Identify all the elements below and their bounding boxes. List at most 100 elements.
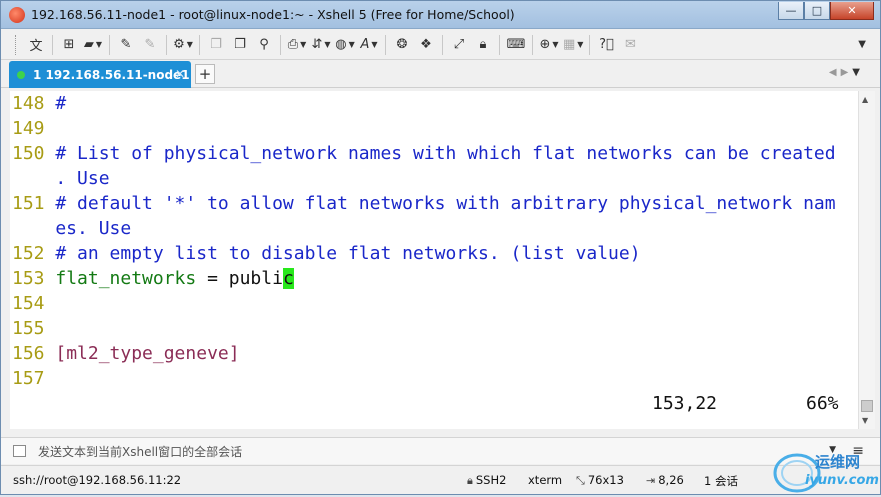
toolbar-overflow-icon[interactable]: ▼ bbox=[858, 39, 866, 50]
connected-status-icon bbox=[17, 70, 25, 79]
connection-url: ssh://root@192.168.56.11:22 bbox=[13, 473, 182, 487]
terminal-line: 151 # default '*' to allow flat networks… bbox=[12, 191, 836, 216]
toolbar-separator bbox=[442, 34, 443, 55]
language-button[interactable]: 文 bbox=[26, 34, 46, 56]
layout-icon[interactable]: ▦ ▼ bbox=[563, 34, 583, 56]
line-number: 148 bbox=[12, 93, 45, 114]
vertical-scrollbar[interactable]: ▲ ▼ bbox=[858, 91, 875, 429]
scroll-thumb[interactable] bbox=[861, 400, 873, 412]
tab-list-icon[interactable]: ▼ bbox=[852, 67, 864, 78]
chat-icon[interactable]: ✉ bbox=[620, 34, 640, 56]
line-text: . Use bbox=[12, 168, 110, 189]
tab-next-icon[interactable]: ▶ bbox=[841, 67, 853, 78]
print-icon[interactable]: ⎙ ▼ bbox=[287, 34, 307, 56]
help-icon[interactable]: ?⃝ bbox=[596, 34, 616, 56]
resize-icon: ⤡ bbox=[576, 474, 585, 487]
terminal-line: 148 # bbox=[12, 91, 66, 116]
fullscreen-icon[interactable]: ⤢ bbox=[449, 34, 469, 56]
reconnect-icon[interactable]: ✎ bbox=[140, 34, 160, 56]
add-pane-icon[interactable]: ⊕ ▼ bbox=[539, 34, 559, 56]
new-tab-button[interactable]: + bbox=[195, 64, 215, 84]
globe-icon[interactable]: ◍ ▼ bbox=[335, 34, 355, 56]
tab-prev-icon[interactable]: ◀ bbox=[829, 67, 841, 78]
compose-bar[interactable]: 发送文本到当前Xshell窗口的全部会话 ▼ ≡ bbox=[1, 437, 880, 464]
line-number: 151 bbox=[12, 193, 45, 214]
terminal-line: 155 bbox=[12, 316, 45, 341]
title-bar[interactable]: 192.168.56.11-node1 - root@linux-node1:~… bbox=[1, 1, 880, 29]
xshell-app-icon[interactable] bbox=[9, 7, 25, 23]
terminal-view[interactable]: 148 # 149 150 # List of physical_network… bbox=[10, 91, 858, 429]
toolbar-separator bbox=[385, 34, 386, 55]
toolbar-separator bbox=[52, 34, 53, 55]
toolbar: 文 ⊞ ▰ ▼ ✎ ✎ ⚙ ▼ ❐ ❐ ⚲ ⎙ ▼ ⇵ ▼ ◍ ▼ A ▼ ❂ ❖ ⤢ 🔒︎… bbox=[1, 30, 880, 60]
line-text: # bbox=[44, 93, 67, 114]
line-number: 149 bbox=[12, 118, 45, 139]
terminal-line: 154 bbox=[12, 291, 45, 316]
line-text: # an empty list to disable flat networks… bbox=[44, 243, 641, 264]
line-text: # default '*' to allow flat networks wit… bbox=[44, 193, 836, 214]
cursor-icon: ⇥ bbox=[646, 474, 656, 487]
keyboard-icon[interactable]: ⌨ bbox=[506, 34, 526, 56]
find-icon[interactable]: ⚲ bbox=[254, 34, 274, 56]
open-folder-icon[interactable]: ▰ ▼ bbox=[83, 34, 103, 56]
cursor-indicator: ⇥ 8,26 bbox=[646, 473, 684, 487]
edit-icon[interactable]: ✎ bbox=[116, 34, 136, 56]
watermark-title: 运维网 bbox=[815, 453, 861, 471]
setting-value: = publi bbox=[196, 268, 283, 289]
protocol-label: SSH2 bbox=[475, 473, 507, 487]
maximize-button[interactable]: □ bbox=[804, 2, 830, 20]
paste-icon[interactable]: ❐ bbox=[230, 34, 250, 56]
terminal-size: ⤡ 76x13 bbox=[576, 473, 624, 488]
line-number: 154 bbox=[12, 293, 45, 314]
tab-close-icon[interactable]: ✕ bbox=[175, 67, 185, 81]
toolbar-separator bbox=[199, 34, 200, 55]
terminal-line: 150 # List of physical_network names wit… bbox=[12, 141, 836, 166]
line-text: # List of physical_network names with wh… bbox=[44, 143, 836, 164]
terminal-line: es. Use bbox=[12, 216, 131, 241]
terminal-type: xterm bbox=[528, 473, 563, 487]
lock-icon[interactable]: 🔒︎ bbox=[473, 34, 493, 56]
toolbar-separator bbox=[280, 34, 281, 55]
line-number: 155 bbox=[12, 318, 45, 339]
tab-label: 1 192.168.56.11-node1 bbox=[33, 67, 190, 82]
terminal-line: 156 [ml2_type_geneve] bbox=[12, 341, 240, 366]
window-controls: — □ ✕ bbox=[778, 2, 874, 20]
window-title: 192.168.56.11-node1 - root@linux-node1:~… bbox=[31, 7, 515, 22]
toolbar-separator bbox=[109, 34, 110, 55]
new-session-icon[interactable]: ⊞ bbox=[59, 34, 79, 56]
toolbar-separator bbox=[166, 34, 167, 55]
line-number: 153 bbox=[12, 268, 45, 289]
terminal-line: 157 bbox=[12, 366, 45, 391]
vim-cursor-position: 153,22 bbox=[652, 393, 718, 414]
watermark-url: iyunv.com bbox=[805, 473, 879, 488]
line-number: 157 bbox=[12, 368, 45, 389]
xftp-icon[interactable]: ❂ bbox=[392, 34, 412, 56]
minimize-button[interactable]: — bbox=[778, 2, 804, 20]
line-number: 150 bbox=[12, 143, 45, 164]
xshell-window: 192.168.56.11-node1 - root@linux-node1:~… bbox=[0, 0, 881, 495]
line-number: 156 bbox=[12, 343, 45, 364]
toolbar-separator bbox=[589, 34, 591, 55]
toolbar-separator bbox=[499, 34, 500, 55]
terminal-line: . Use bbox=[12, 166, 110, 191]
scroll-down-icon[interactable]: ▼ bbox=[862, 416, 868, 425]
compose-input[interactable]: 发送文本到当前Xshell窗口的全部会话 bbox=[38, 443, 242, 460]
font-icon[interactable]: A ▼ bbox=[359, 34, 379, 56]
tab-bar: 1 192.168.56.11-node1 ✕ + ◀▶▼ bbox=[1, 61, 880, 88]
protocol-indicator: 🔒︎ SSH2 bbox=[467, 473, 506, 488]
toolbar-grip[interactable] bbox=[15, 34, 18, 55]
close-button[interactable]: ✕ bbox=[830, 2, 874, 20]
site-watermark: 运维网 iyunv.com bbox=[771, 447, 879, 493]
xagent-icon[interactable]: ❖ bbox=[416, 34, 436, 56]
line-number: 152 bbox=[12, 243, 45, 264]
text-cursor: c bbox=[282, 268, 294, 289]
copy-icon[interactable]: ❐ bbox=[206, 34, 226, 56]
compose-checkbox[interactable] bbox=[13, 445, 26, 457]
transfer-icon[interactable]: ⇵ ▼ bbox=[311, 34, 331, 56]
toolbar-separator bbox=[532, 34, 533, 55]
tab-navigation: ◀▶▼ bbox=[829, 67, 864, 78]
terminal-line: 149 bbox=[12, 116, 45, 141]
tab-session-1[interactable]: 1 192.168.56.11-node1 ✕ bbox=[9, 61, 191, 88]
scroll-up-icon[interactable]: ▲ bbox=[862, 95, 868, 104]
properties-icon[interactable]: ⚙ ▼ bbox=[173, 34, 193, 56]
